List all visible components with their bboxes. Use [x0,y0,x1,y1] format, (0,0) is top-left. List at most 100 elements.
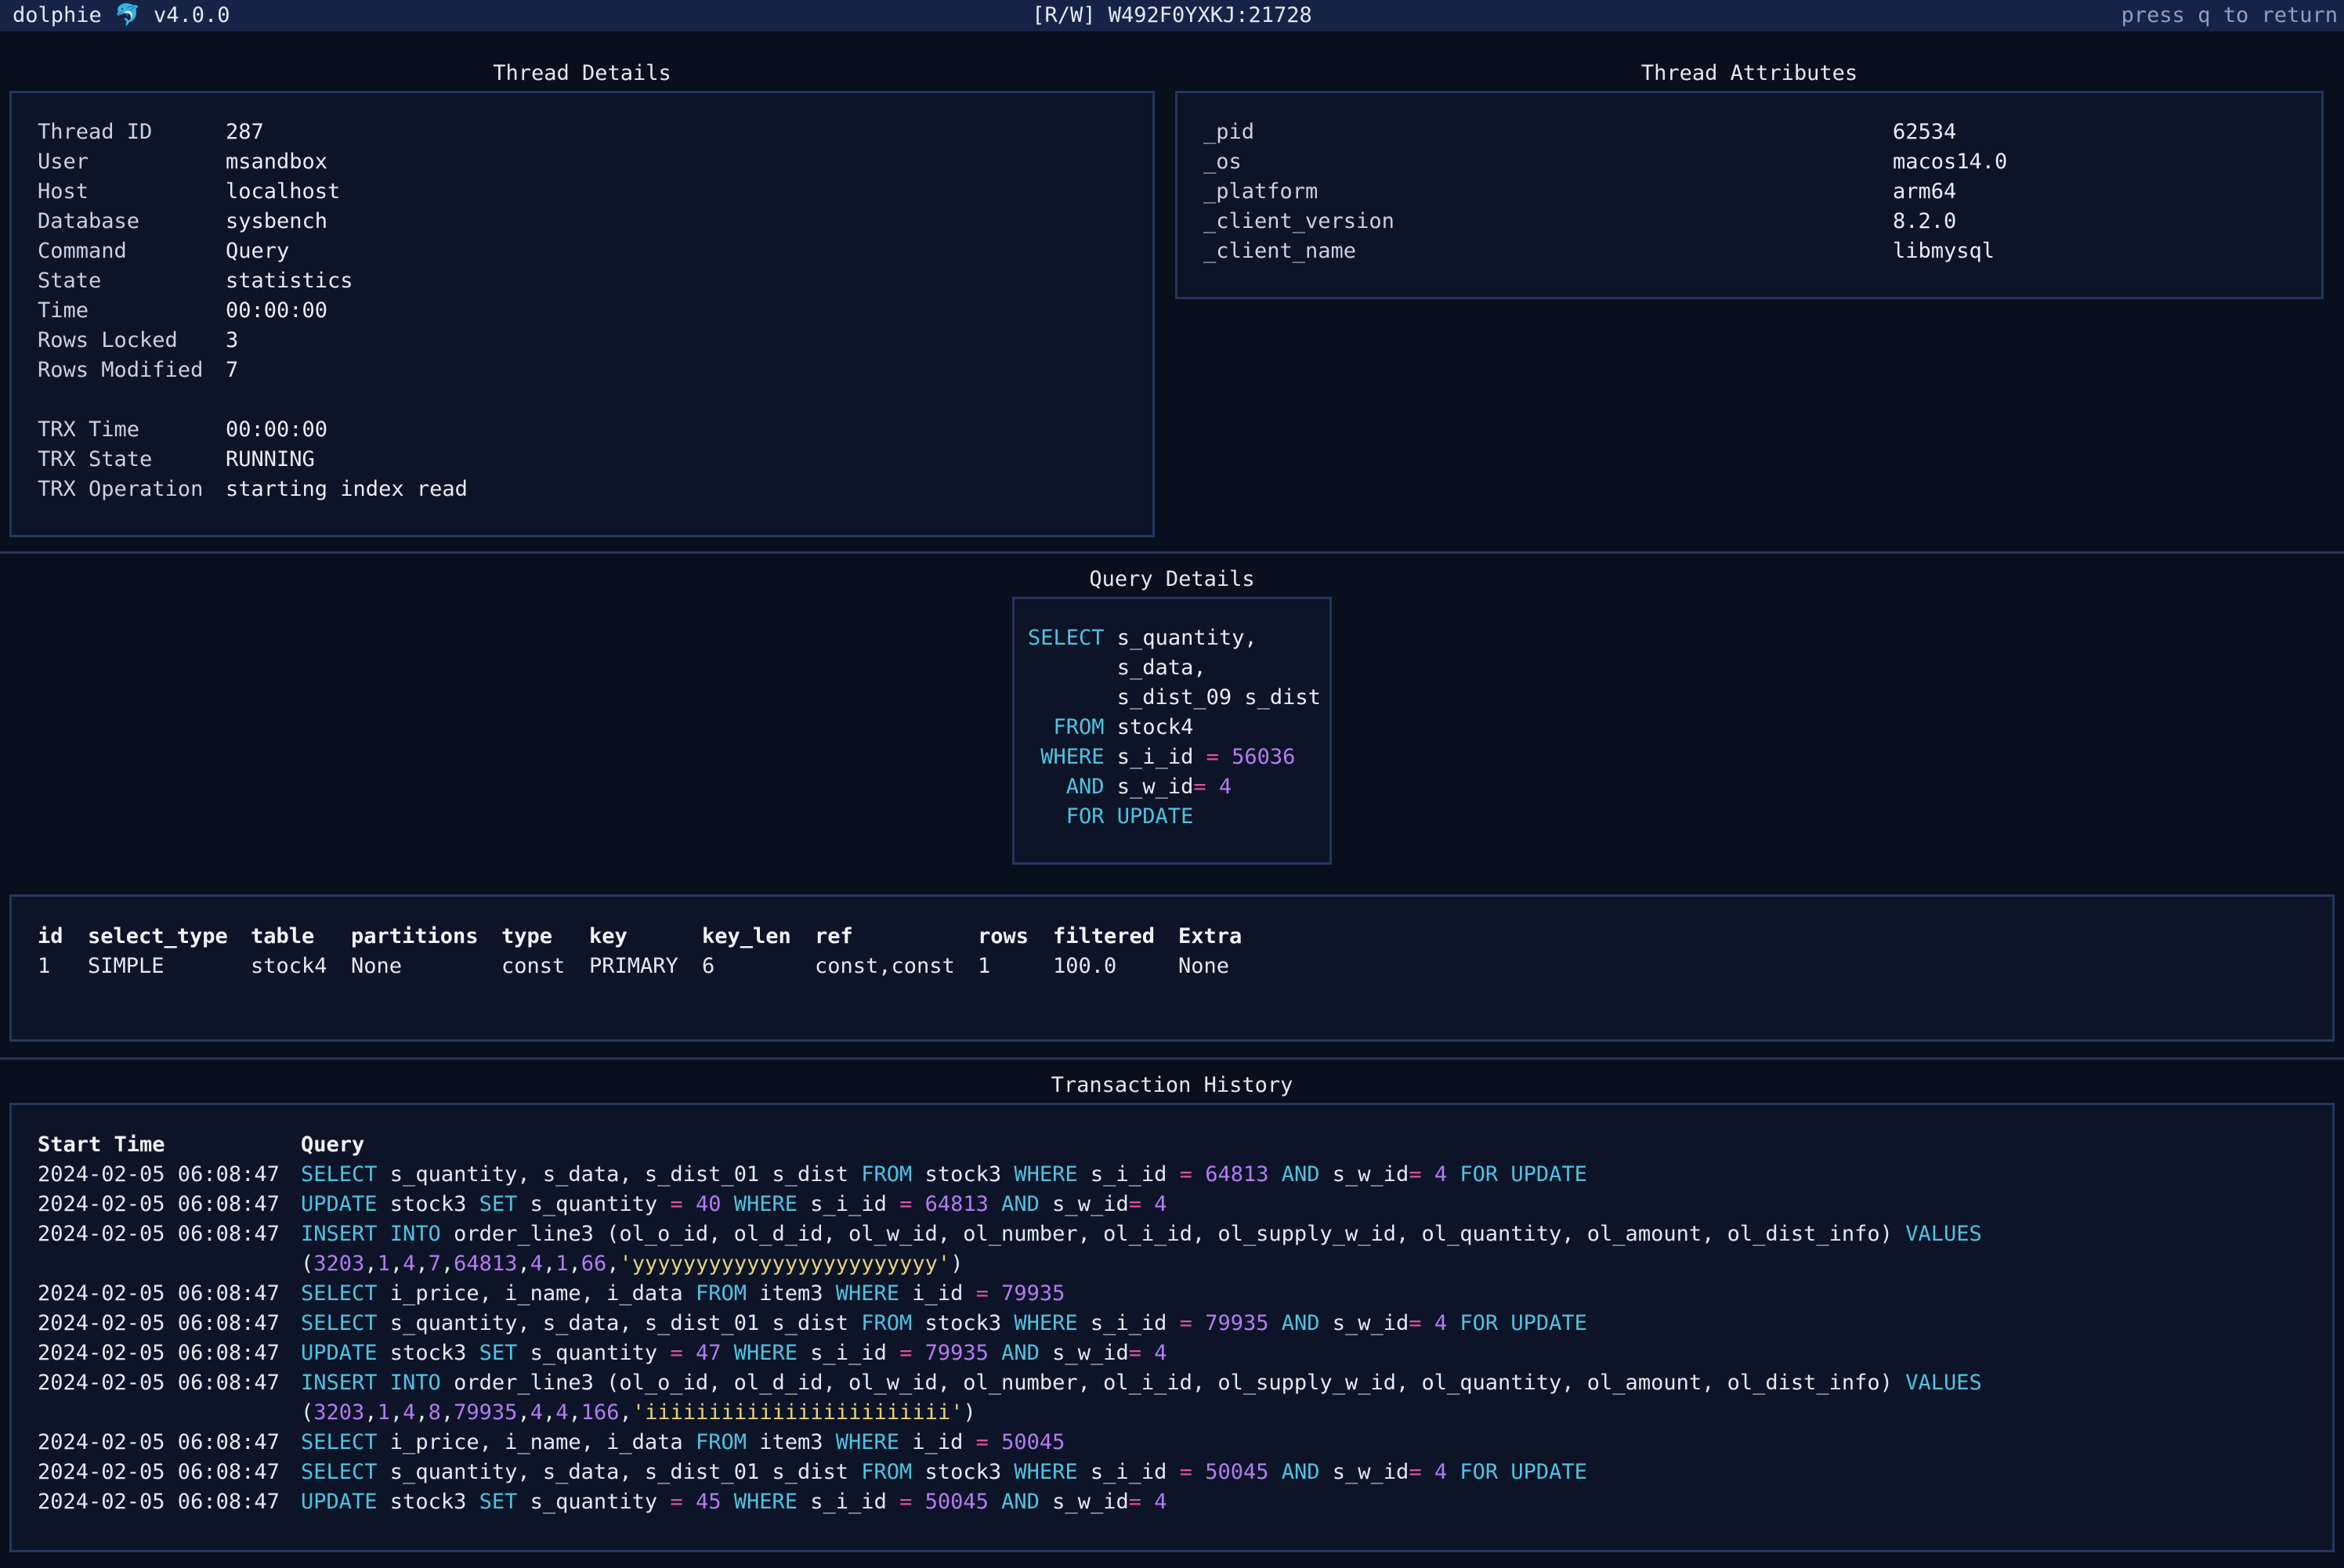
history-entry[interactable]: 2024-02-05 06:08:47 INSERT INTO order_lin… [38,1219,1982,1279]
explain-row[interactable]: 1 SIMPLE stock4 None const PRIMARY 6 const,cons… [38,952,1253,981]
query-line: s_dist_09 s_dist [1028,683,1321,713]
history-query: SELECT s_quantity, s_data, s_dist_01 s_d… [301,1160,1587,1190]
explain-cell: None [351,954,403,978]
sql-operator: = [899,1490,913,1514]
section-divider [0,551,2344,554]
history-line: 2024-02-05 06:08:47 SELECT s_quantity, s_… [38,1458,1982,1487]
history-query: SELECT i_price, i_name, i_data FROM item… [301,1428,1065,1458]
sql-text: stock3 [377,1192,479,1216]
sql-number: 4 [1141,1490,1167,1514]
explain-column-header: key_len [702,924,791,948]
kv-row [38,385,468,415]
top-bar: dolphie 🐬 v4.0.0 [R/W] W492F0YXKJ:21728 … [0,0,2344,31]
sql-text: , [440,1252,454,1276]
sql-number: 4 [1421,1311,1460,1335]
kv-row: _platform arm64 [1203,177,2007,207]
sql-text: s_i_id [1104,745,1206,769]
kv-value: libmysql [1893,239,1995,263]
sql-text: s_quantity, s_data, s_dist_01 s_dist [377,1460,862,1484]
sql-number: 45 [682,1490,734,1514]
sql-number: 7 [428,1252,441,1276]
sql-text: i_price, i_name, i_data [377,1430,696,1454]
sql-text: i_id [899,1281,976,1306]
history-entry[interactable]: 2024-02-05 06:08:47 SELECT i_price, i_nam… [38,1428,1982,1458]
query-line: SELECT s_quantity, [1028,623,1321,653]
history-entry[interactable]: 2024-02-05 06:08:47 UPDATE stock3 SET s_q… [38,1339,1982,1368]
return-hint[interactable]: press q to return [2122,0,2338,31]
sql-number: 4 [555,1400,569,1425]
sql-text: s_data, [1028,656,1206,680]
history-entry[interactable]: 2024-02-05 06:08:47 UPDATE stock3 SET s_q… [38,1190,1982,1219]
kv-key: _os [1203,150,1242,174]
sql-text: s_i_id [1077,1162,1180,1187]
sql-operator: = [1179,1460,1192,1484]
explain-cell: SIMPLE [88,954,165,978]
sql-text: s_w_id [1319,1162,1409,1187]
kv-key: Rows Modified [38,358,204,382]
sql-operator: = [1193,775,1206,799]
sql-number: 56036 [1218,745,1296,769]
sql-number: 4 [1421,1162,1460,1187]
kv-row: TRX State RUNNING [38,445,468,475]
sql-text: , [517,1252,530,1276]
history-entry[interactable]: 2024-02-05 06:08:47 SELECT s_quantity, s_… [38,1309,1982,1339]
transaction-history-title: Transaction History [1051,1073,1293,1097]
history-entry[interactable]: 2024-02-05 06:08:47 INSERT INTO order_lin… [38,1368,1982,1428]
explain-cell: const,const [815,954,955,978]
sql-keyword: AND [1281,1460,1320,1484]
explain-column-header: rows [978,924,1029,948]
sql-number: 1 [377,1252,390,1276]
sql-keyword: FROM [695,1281,747,1306]
kv-value: statistics [226,269,353,293]
sql-operator: = [1206,745,1219,769]
sql-text: order_line3 (ol_o_id, ol_d_id, ol_w_id, … [440,1222,1906,1246]
kv-value: RUNNING [226,447,315,471]
sql-keyword: SELECT [301,1430,378,1454]
sql-keyword: FROM [861,1311,913,1335]
sql-operator: = [1179,1162,1192,1187]
history-entry[interactable]: 2024-02-05 06:08:47 UPDATE stock3 SET s_q… [38,1487,1982,1517]
history-query: UPDATE stock3 SET s_quantity = 45 WHERE … [301,1487,1167,1517]
sql-number: 4 [403,1252,416,1276]
kv-row: State statistics [38,266,468,296]
kv-row: Host localhost [38,177,468,207]
sql-keyword: FOR UPDATE [1028,804,1194,829]
sql-keyword: WHERE [733,1490,798,1514]
sql-text: , [440,1400,454,1425]
history-entry[interactable]: 2024-02-05 06:08:47 SELECT s_quantity, s_… [38,1160,1982,1190]
sql-operator: = [975,1281,989,1306]
sql-operator: = [1128,1490,1141,1514]
query-line: AND s_w_id= 4 [1028,772,1321,802]
sql-number: 79935 [988,1281,1065,1306]
history-line: 2024-02-05 06:08:47 SELECT i_price, i_nam… [38,1428,1982,1458]
history-start-time: 2024-02-05 06:08:47 [38,1341,280,1365]
explain-cell: PRIMARY [589,954,678,978]
kv-row: TRX Operation starting index read [38,475,468,504]
kv-row: _client_name libmysql [1203,237,2007,266]
history-query: INSERT INTO order_line3 (ol_o_id, ol_d_i… [301,1368,1982,1398]
sql-text: s_i_id [798,1490,900,1514]
sql-number: 4 [1421,1460,1460,1484]
sql-text: , [542,1400,556,1425]
sql-keyword: SET [479,1341,518,1365]
sql-number: 40 [682,1192,734,1216]
sql-text: i_id [899,1430,976,1454]
sql-keyword: AND [1001,1490,1040,1514]
sql-keyword: INSERT INTO [301,1222,441,1246]
sql-text: , [389,1400,403,1425]
history-query: SELECT i_price, i_name, i_data FROM item… [301,1279,1065,1309]
sql-keyword: FROM [695,1430,747,1454]
sql-text: ) [950,1252,964,1276]
explain-column-header: type [501,924,553,948]
history-entry[interactable]: 2024-02-05 06:08:47 SELECT s_quantity, s_… [38,1458,1982,1487]
sql-text: s_quantity, s_data, s_dist_01 s_dist [377,1162,862,1187]
history-entry[interactable]: 2024-02-05 06:08:47 SELECT i_price, i_nam… [38,1279,1982,1309]
sql-operator: = [670,1192,683,1216]
sql-text: stock3 [377,1490,479,1514]
history-start-time: 2024-02-05 06:08:47 [38,1162,280,1187]
sql-keyword: WHERE [1014,1162,1078,1187]
sql-keyword: UPDATE [301,1490,378,1514]
kv-value: macos14.0 [1893,150,2008,174]
sql-number: 4 [1141,1341,1167,1365]
sql-operator: = [975,1430,989,1454]
